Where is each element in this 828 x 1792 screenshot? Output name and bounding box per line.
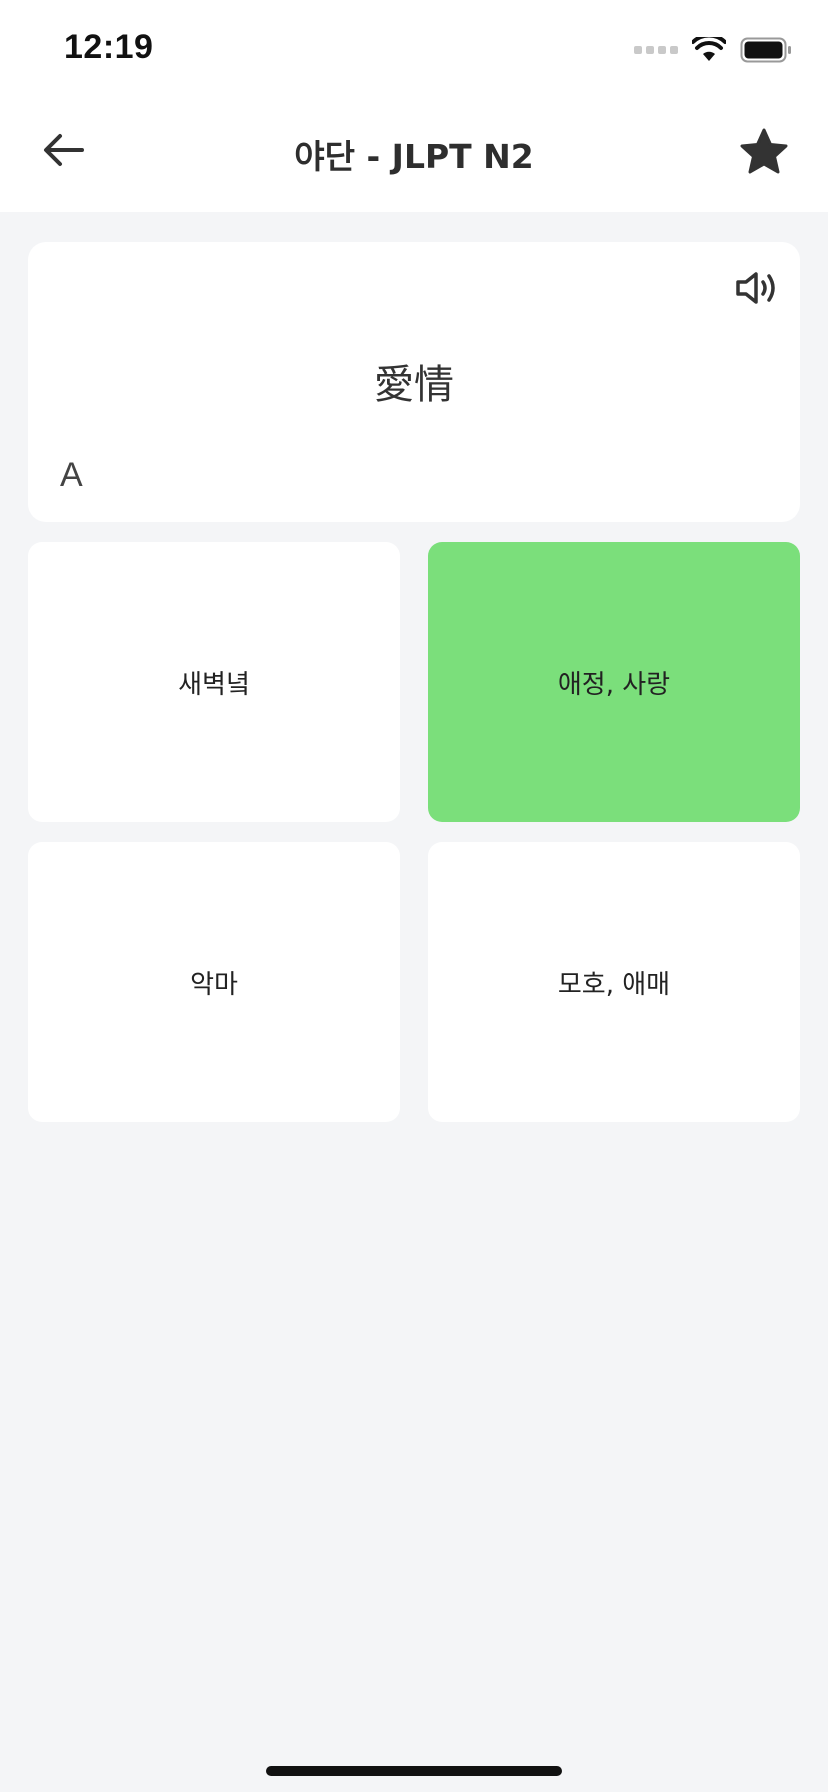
play-sound-button[interactable] xyxy=(732,266,782,310)
status-time: 12:19 xyxy=(64,28,154,66)
answer-option-text: 새벽녘 xyxy=(178,669,250,700)
status-bar: 12:19 xyxy=(0,0,828,96)
answer-option-text: 악마 xyxy=(190,969,238,1000)
answer-option-text: 모호, 애매 xyxy=(557,969,671,1000)
answer-option-4[interactable]: 모호, 애매 xyxy=(428,842,800,1122)
speaker-icon xyxy=(736,272,775,304)
favorite-button[interactable] xyxy=(736,124,792,180)
home-indicator[interactable] xyxy=(266,1766,562,1776)
cellular-signal-icon xyxy=(634,46,678,54)
question-card: 愛情 A xyxy=(28,242,800,522)
wifi-icon xyxy=(692,37,726,61)
page-title: 야단 - JLPT N2 xyxy=(294,137,534,176)
battery-icon xyxy=(740,37,791,63)
answer-option-2[interactable]: 애정, 사랑 xyxy=(428,542,800,822)
question-label: A xyxy=(60,456,83,494)
star-icon xyxy=(740,128,788,174)
question-word: 愛情 xyxy=(374,362,454,408)
answer-option-3[interactable]: 악마 xyxy=(28,842,400,1122)
answer-option-text: 애정, 사랑 xyxy=(557,669,671,700)
status-icons xyxy=(634,34,792,66)
header: 야단 - JLPT N2 xyxy=(0,96,828,212)
answer-option-1[interactable]: 새벽녘 xyxy=(28,542,400,822)
